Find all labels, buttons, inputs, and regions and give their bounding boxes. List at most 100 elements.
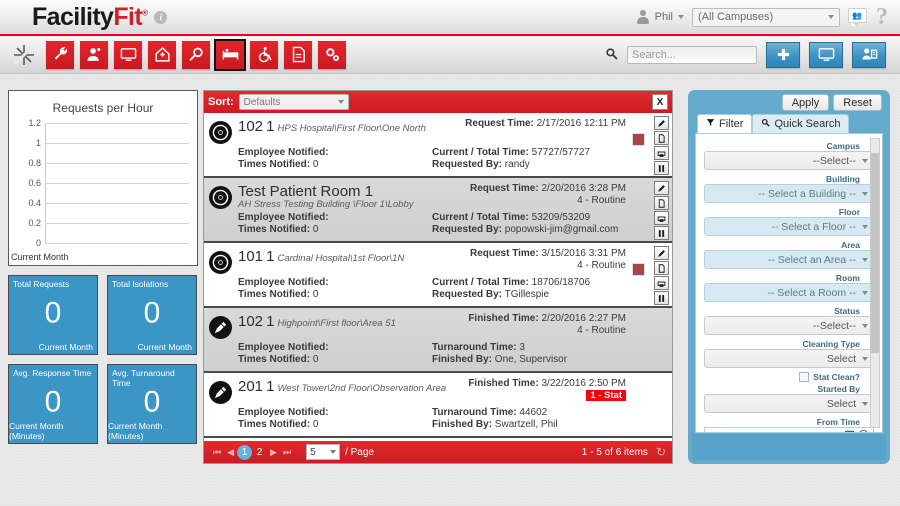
filter-scrollbar[interactable] [870, 138, 880, 428]
row-action-group [654, 181, 670, 240]
chart-ytick: 0.2 [28, 217, 41, 228]
table-row[interactable]: 102 1 Highpoint\First floor\Area 51 Fini… [204, 308, 672, 373]
copy-page-icon[interactable] [654, 131, 669, 145]
search-placeholder: Search... [632, 48, 677, 61]
table-row[interactable]: 102 1 HPS Hospital\First Floor\One North… [204, 113, 672, 178]
kpi-title: Total Requests [13, 279, 70, 289]
status-badge: 1 - Stat [586, 390, 626, 401]
apply-button[interactable]: Apply [781, 94, 830, 111]
toolbar-monitor-icon[interactable] [114, 40, 142, 69]
logo-text-facility: Facility [32, 2, 114, 31]
list-header: Sort: Defaults X [204, 91, 672, 113]
page-number-button[interactable]: 2 [252, 445, 267, 460]
next-page-icon[interactable]: ▶ [270, 447, 277, 458]
print-icon[interactable] [654, 211, 669, 225]
clock-icon[interactable] [858, 429, 869, 432]
copy-page-icon[interactable] [654, 261, 669, 275]
row-metric-value: 18706/18706 [531, 277, 591, 288]
last-page-icon[interactable]: ⏭ [283, 447, 291, 458]
page-size-select[interactable]: 5 [306, 444, 341, 460]
first-page-icon[interactable]: ⏮ [213, 447, 221, 458]
edit-pencil-icon[interactable] [654, 181, 669, 195]
building-filter-select[interactable]: -- Select a Building -- [704, 184, 874, 203]
toolbar-wrench-icon[interactable] [46, 40, 74, 69]
tab-quick-search[interactable]: Quick Search [752, 114, 850, 133]
row-employee-notified-label: Employee Notified: [238, 407, 329, 418]
chevron-down-icon [862, 290, 868, 295]
started-by-filter-select[interactable]: Select [704, 394, 874, 413]
radiation-icon [209, 186, 232, 209]
toolbar-home-icon[interactable] [148, 40, 176, 69]
chart-ytick: 0.8 [28, 157, 41, 168]
toolbar-gears-icon[interactable] [318, 40, 346, 69]
kpi-tile[interactable]: Total Requests 0 Current Month [8, 275, 98, 355]
pause-icon[interactable] [654, 291, 669, 305]
reset-button[interactable]: Reset [833, 94, 882, 111]
row-time-value: 2/20/2016 3:28 PM [541, 183, 626, 194]
toolbar-bed-icon[interactable] [214, 38, 246, 71]
table-row[interactable]: Test Patient Room 1 AH Stress Testing Bu… [204, 178, 672, 243]
stat-clean-checkbox[interactable] [799, 372, 810, 382]
prev-page-icon[interactable]: ◀ [227, 447, 234, 458]
chevron-down-icon [330, 450, 337, 454]
from-time-input[interactable] [704, 427, 874, 432]
pause-icon[interactable] [654, 161, 669, 175]
toolbar-person-icon[interactable] [80, 40, 108, 69]
table-row[interactable]: 101 1 Cardinal Hospital\1st Floor\1N Req… [204, 243, 672, 308]
filter-scrollbar-thumb[interactable] [871, 153, 879, 353]
edit-pencil-icon[interactable] [654, 116, 669, 130]
status-filter-select[interactable]: --Select-- [704, 316, 874, 335]
kpi-tile[interactable]: Avg. Response Time 0 Current Month (Minu… [8, 364, 98, 444]
toolbar-document-icon[interactable] [284, 40, 312, 69]
row-metric-label: Turnaround Time: [432, 342, 517, 353]
field-value: --Select-- [812, 319, 856, 332]
row-time-block: Request Time: 3/15/2016 3:31 PM 4 - Rout… [470, 248, 626, 271]
calendar-icon[interactable] [844, 429, 855, 432]
print-icon[interactable] [654, 276, 669, 290]
floor-filter-select[interactable]: -- Select a Floor -- [704, 217, 874, 236]
sparkle-icon[interactable] [12, 43, 36, 67]
print-icon[interactable] [654, 146, 669, 160]
toolbar-wheelchair-icon[interactable] [250, 40, 278, 69]
row-location: West Tower\2nd Floor\Observation Area [277, 383, 447, 394]
row-room-number: 201 [238, 378, 264, 395]
cleaning-type-filter-select[interactable]: Select [704, 349, 874, 368]
row-time-block: Finished Time: 2/20/2016 2:27 PM 4 - Rou… [468, 313, 626, 336]
campus-select[interactable]: (All Campuses) [692, 7, 840, 27]
campus-filter-select[interactable]: --Select-- [704, 151, 874, 170]
user-menu[interactable]: Phil [637, 10, 684, 24]
logo-text-fit: Fit [113, 2, 143, 31]
sort-select[interactable]: Defaults [238, 94, 349, 110]
info-icon[interactable]: i [154, 10, 168, 24]
copy-page-icon[interactable] [654, 196, 669, 210]
add-button[interactable] [766, 41, 800, 68]
kpi-tile[interactable]: Avg. Turnaround Time 0 Current Month (Mi… [107, 364, 197, 444]
help-question-mark-icon[interactable]: ? [876, 4, 888, 30]
toolbar-magnifier-icon[interactable] [182, 40, 210, 69]
refresh-icon[interactable]: ↻ [656, 445, 666, 459]
chat-users-icon[interactable]: 👥 [848, 8, 868, 26]
app-logo: FacilityFit® [32, 2, 148, 31]
kpi-tile[interactable]: Total Isolations 0 Current Month [107, 275, 197, 355]
table-row[interactable]: 201 1 West Tower\2nd Floor\Observation A… [204, 373, 672, 438]
kpi-value: 0 [143, 385, 161, 419]
display-board-button[interactable] [809, 41, 843, 68]
tab-quick-search-label: Quick Search [774, 118, 841, 130]
row-time-label: Finished Time: [468, 313, 539, 324]
pause-icon[interactable] [654, 226, 669, 240]
search-input[interactable]: Search... [627, 45, 757, 64]
tab-filter[interactable]: Filter [697, 114, 753, 133]
row-times-notified-label: Times Notified: [238, 224, 311, 235]
room-filter-select[interactable]: -- Select a Room -- [704, 283, 874, 302]
row-room-number: Test Patient Room 1 [238, 183, 374, 200]
stat-clean-checkbox-row[interactable]: Stat Clean? [704, 372, 874, 382]
page-number-button[interactable]: 1 [237, 444, 253, 460]
area-filter-select[interactable]: -- Select an Area -- [704, 250, 874, 269]
chart-title: Requests per Hour [52, 101, 154, 115]
export-excel-icon[interactable]: X [652, 94, 668, 110]
row-person-label: Finished By: [432, 419, 493, 430]
row-room-number: 102 [238, 118, 264, 135]
edit-pencil-icon[interactable] [654, 246, 669, 260]
row-time-label: Request Time: [465, 118, 534, 129]
staff-assign-button[interactable] [852, 41, 886, 68]
